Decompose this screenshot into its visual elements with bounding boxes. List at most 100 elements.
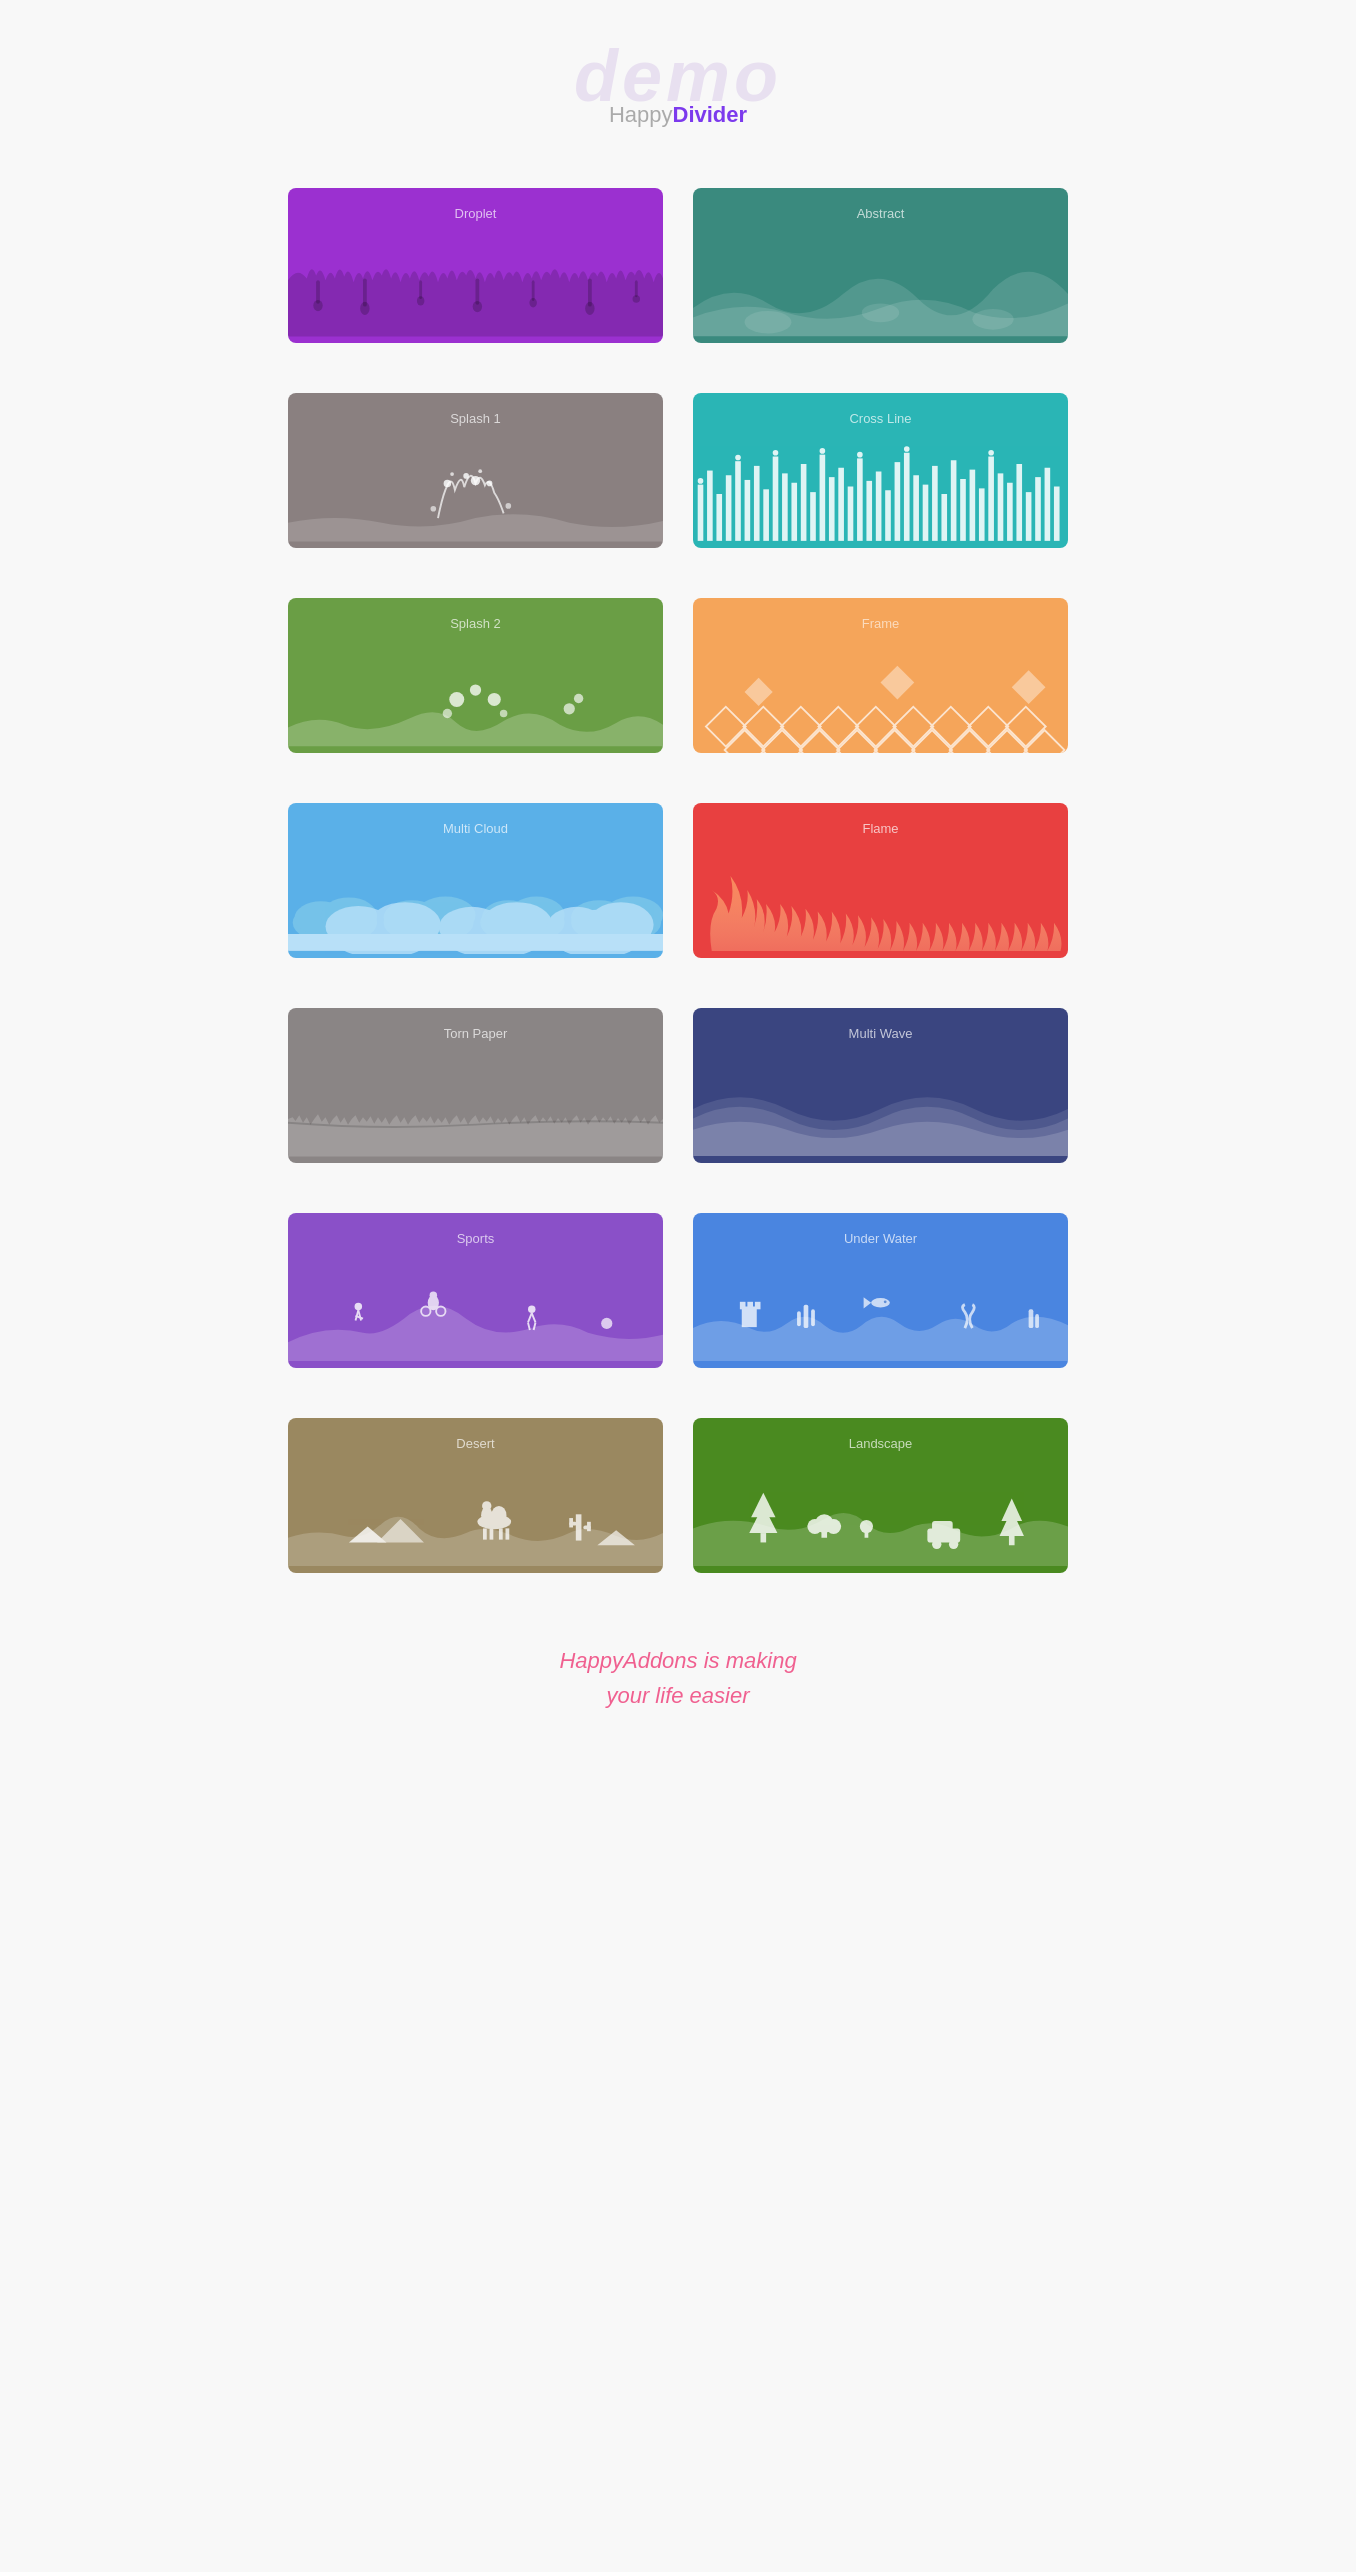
svg-point-142 xyxy=(871,1298,890,1307)
svg-point-76 xyxy=(564,703,575,714)
svg-rect-51 xyxy=(941,494,947,541)
svg-rect-26 xyxy=(707,471,713,541)
card-desert[interactable]: Desert xyxy=(288,1418,663,1573)
card-underwater-label: Under Water xyxy=(693,1231,1068,1246)
abstract-divider xyxy=(693,249,1068,343)
svg-rect-55 xyxy=(979,488,985,541)
card-crossline[interactable]: Cross Line xyxy=(693,393,1068,548)
svg-point-19 xyxy=(471,476,480,485)
svg-point-17 xyxy=(444,480,452,488)
svg-point-22 xyxy=(506,503,512,509)
svg-rect-32 xyxy=(763,489,769,541)
card-multicloud-label: Multi Cloud xyxy=(288,821,663,836)
card-droplet[interactable]: Droplet xyxy=(288,188,663,343)
card-frame-label: Frame xyxy=(693,616,1068,631)
svg-point-16 xyxy=(972,309,1013,330)
card-splash2[interactable]: Splash 2 xyxy=(288,598,663,753)
multicloud-divider xyxy=(288,854,663,958)
card-underwater[interactable]: Under Water xyxy=(693,1213,1068,1368)
svg-rect-62 xyxy=(1045,468,1051,541)
card-frame[interactable]: Frame xyxy=(693,598,1068,753)
card-splash1[interactable]: Splash 1 xyxy=(288,393,663,548)
multiwave-divider xyxy=(693,1059,1068,1163)
underwater-divider xyxy=(693,1264,1068,1368)
svg-point-64 xyxy=(698,478,704,484)
svg-rect-85 xyxy=(968,707,1008,747)
svg-rect-81 xyxy=(818,707,858,747)
svg-point-65 xyxy=(735,455,741,461)
card-desert-label: Desert xyxy=(288,1436,663,1451)
svg-rect-35 xyxy=(791,483,797,541)
svg-rect-176 xyxy=(1009,1536,1015,1545)
svg-point-156 xyxy=(491,1506,506,1525)
svg-point-177 xyxy=(860,1520,873,1533)
svg-point-5 xyxy=(417,296,425,305)
svg-point-73 xyxy=(488,693,501,706)
svg-rect-79 xyxy=(743,707,783,747)
svg-rect-52 xyxy=(951,460,957,541)
svg-point-71 xyxy=(449,692,464,707)
svg-rect-171 xyxy=(932,1521,953,1532)
card-flame[interactable]: Flame xyxy=(693,803,1068,958)
svg-rect-61 xyxy=(1035,477,1041,541)
card-multiwave[interactable]: Multi Wave xyxy=(693,1008,1068,1163)
svg-rect-50 xyxy=(932,466,938,541)
svg-rect-34 xyxy=(782,473,788,541)
landscape-divider xyxy=(693,1469,1068,1573)
svg-rect-141 xyxy=(797,1311,801,1326)
happy-text: Happy xyxy=(609,102,673,127)
svg-rect-37 xyxy=(810,492,816,541)
svg-rect-57 xyxy=(998,473,1004,541)
svg-rect-60 xyxy=(1026,492,1032,541)
svg-rect-45 xyxy=(885,490,891,541)
tornpaper-divider xyxy=(288,1079,663,1163)
svg-point-77 xyxy=(574,694,583,703)
svg-rect-36 xyxy=(801,464,807,541)
svg-point-151 xyxy=(482,1501,491,1510)
svg-point-144 xyxy=(884,1300,887,1303)
svg-marker-143 xyxy=(864,1297,872,1308)
svg-rect-178 xyxy=(865,1531,869,1538)
card-droplet-label: Droplet xyxy=(288,206,663,221)
svg-point-70 xyxy=(988,450,994,456)
card-landscape[interactable]: Landscape xyxy=(693,1418,1068,1573)
card-abstract[interactable]: Abstract xyxy=(693,188,1068,343)
svg-rect-8 xyxy=(532,280,535,301)
svg-point-67 xyxy=(820,448,826,454)
card-multicloud[interactable]: Multi Cloud xyxy=(288,803,663,958)
svg-marker-96 xyxy=(745,678,773,706)
svg-rect-6 xyxy=(476,278,480,304)
svg-rect-33 xyxy=(773,457,779,541)
droplet-divider xyxy=(288,259,663,343)
svg-rect-40 xyxy=(838,468,844,541)
svg-rect-146 xyxy=(1035,1314,1039,1328)
svg-rect-165 xyxy=(761,1533,767,1542)
card-flame-label: Flame xyxy=(693,821,1068,836)
svg-point-3 xyxy=(360,302,369,315)
footer-line2: your life easier xyxy=(559,1678,796,1713)
desert-divider xyxy=(288,1469,663,1573)
svg-rect-140 xyxy=(811,1309,815,1326)
svg-rect-58 xyxy=(1007,483,1013,541)
svg-rect-44 xyxy=(876,472,882,541)
card-splash2-label: Splash 2 xyxy=(288,616,663,631)
svg-point-21 xyxy=(431,506,437,512)
page-header: demo HappyDivider xyxy=(574,40,782,128)
svg-marker-175 xyxy=(1001,1498,1022,1521)
svg-point-75 xyxy=(500,710,508,718)
svg-rect-30 xyxy=(745,480,751,541)
card-landscape-label: Landscape xyxy=(693,1436,1068,1451)
svg-rect-135 xyxy=(742,1307,757,1328)
svg-point-74 xyxy=(443,709,452,718)
svg-rect-54 xyxy=(970,470,976,541)
svg-point-72 xyxy=(470,684,481,695)
svg-rect-152 xyxy=(483,1528,487,1539)
card-tornpaper[interactable]: Torn Paper xyxy=(288,1008,663,1163)
card-sports[interactable]: Sports xyxy=(288,1213,663,1368)
svg-rect-83 xyxy=(893,707,933,747)
svg-rect-56 xyxy=(988,457,994,541)
svg-point-1 xyxy=(313,300,322,311)
svg-point-13 xyxy=(633,295,641,303)
svg-rect-46 xyxy=(895,462,901,541)
svg-rect-12 xyxy=(635,280,638,297)
